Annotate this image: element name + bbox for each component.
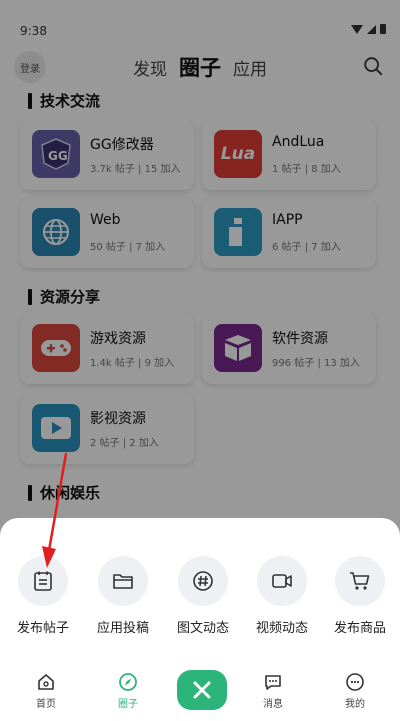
annotation-arrow — [42, 452, 68, 568]
